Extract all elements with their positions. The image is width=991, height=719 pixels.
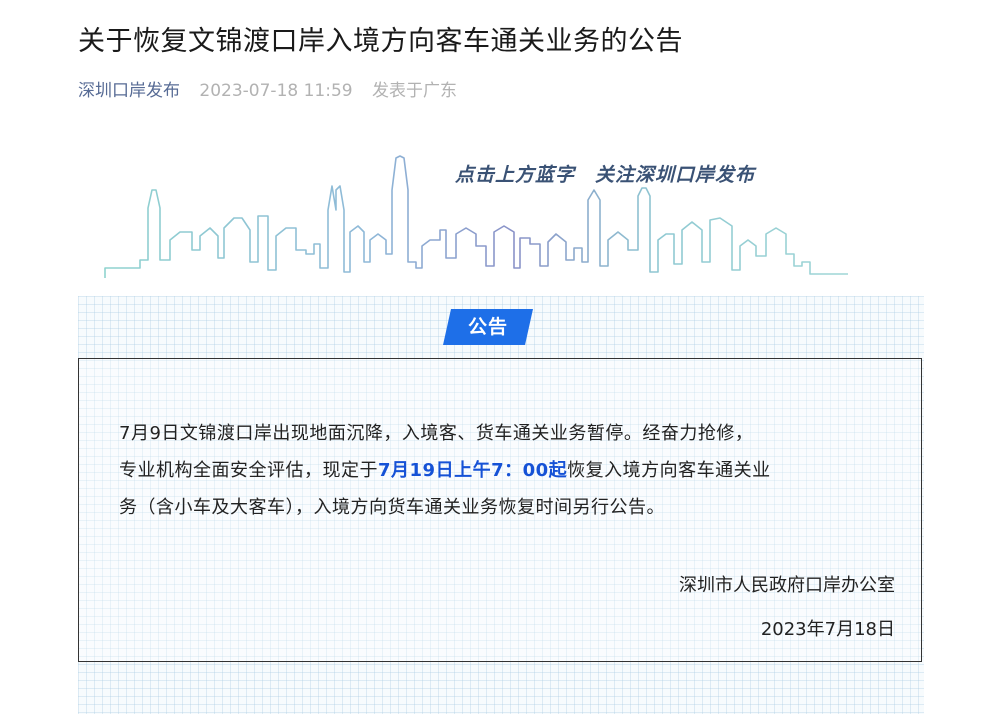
notice-line-3: 务（含小车及大客车），入境方向货车通关业务恢复时间另行公告。 — [119, 497, 665, 518]
account-name-link[interactable]: 深圳口岸发布 — [78, 81, 180, 101]
notice-box: 7月9日文锦渡口岸出现地面沉降，入境客、货车通关业务暂停。经奋力抢修， 专业机构… — [78, 358, 922, 662]
notice-line-2-suffix: 恢复入境方向客车通关业 — [567, 460, 771, 481]
notice-date: 2023年7月18日 — [760, 619, 895, 640]
notice-tag: 公告 — [443, 309, 533, 345]
notice-body: 7月9日文锦渡口岸出现地面沉降，入境客、货车通关业务暂停。经奋力抢修， 专业机构… — [119, 415, 895, 526]
notice-highlight-time: 7月19日上午7：00起 — [378, 460, 568, 481]
notice-line-2-prefix: 专业机构全面安全评估，现定于 — [119, 460, 378, 481]
notice-tag-label: 公告 — [467, 316, 508, 338]
notice-signer: 深圳市人民政府口岸办公室 — [679, 575, 895, 596]
article-title: 关于恢复文锦渡口岸入境方向客车通关业务的公告 — [78, 26, 683, 57]
publish-datetime: 2023-07-18 11:59 — [199, 81, 353, 101]
notice-line-2: 专业机构全面安全评估，现定于7月19日上午7：00起恢复入境方向客车通关业 — [119, 452, 895, 489]
notice-line-1: 7月9日文锦渡口岸出现地面沉降，入境客、货车通关业务暂停。经奋力抢修， — [119, 423, 754, 444]
article-meta: 深圳口岸发布 2023-07-18 11:59 发表于广东 — [78, 78, 457, 104]
publish-location: 发表于广东 — [372, 81, 458, 101]
banner-slogan: 点击上方蓝字 关注深圳口岸发布 — [455, 164, 756, 186]
